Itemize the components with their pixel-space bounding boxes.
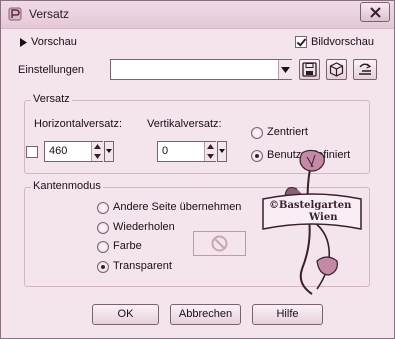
chevron-down-icon [106, 149, 112, 153]
image-preview-label[interactable]: Bildvorschau [311, 36, 374, 48]
link-offsets-checkbox[interactable] [26, 146, 38, 158]
horizontal-offset-label: Horizontalversatz: [34, 118, 123, 130]
close-button[interactable] [360, 2, 390, 22]
cube-icon [329, 62, 344, 77]
spin-down-icon [207, 154, 214, 159]
radio-edge-other-side[interactable] [97, 202, 109, 214]
radio-edge-transparent[interactable] [97, 261, 109, 273]
image-preview-checkbox[interactable] [295, 36, 307, 48]
horizontal-offset-slider-arrow[interactable] [104, 141, 114, 162]
radio-edge-other-side-label[interactable]: Andere Seite übernehmen [113, 201, 241, 213]
floppy-disk-icon [302, 62, 317, 77]
vertical-offset-slider-arrow[interactable] [217, 141, 227, 162]
color-swatch[interactable] [193, 231, 246, 256]
title-bar[interactable]: Versatz [1, 1, 394, 29]
chevron-down-icon [281, 67, 290, 73]
triangle-right-icon [20, 38, 27, 47]
edge-mode-title: Kantenmodus [31, 180, 103, 192]
save-preset-button[interactable] [299, 59, 320, 80]
radio-edge-color[interactable] [97, 241, 109, 253]
reset-button[interactable] [353, 59, 377, 80]
spin-up-icon [94, 144, 101, 149]
reset-icon [359, 63, 372, 75]
no-color-icon [211, 235, 228, 252]
help-button[interactable]: Hilfe [252, 304, 323, 325]
radio-edge-repeat[interactable] [97, 222, 109, 234]
spin-up-icon [207, 144, 214, 149]
offset-group-title: Versatz [31, 93, 72, 105]
radio-centered[interactable] [251, 127, 263, 139]
chevron-down-icon [219, 149, 225, 153]
cancel-button[interactable]: Abbrechen [170, 304, 241, 325]
preset-library-button[interactable] [326, 59, 347, 80]
close-icon [370, 7, 381, 18]
watermark-text-line1: ©Bastelgarten [269, 200, 352, 211]
spin-down-icon [94, 154, 101, 159]
app-icon [8, 7, 22, 21]
watermark-text-line2: Wien [309, 212, 338, 223]
settings-dropdown-arrow[interactable] [278, 60, 292, 79]
ok-button[interactable]: OK [92, 304, 159, 325]
horizontal-offset-spinner[interactable] [91, 142, 103, 161]
watermark-flowers [262, 149, 362, 295]
vertical-offset-label: Vertikalversatz: [147, 118, 222, 130]
vertical-offset-spinner[interactable] [204, 142, 216, 161]
radio-edge-transparent-label[interactable]: Transparent [113, 260, 172, 272]
radio-edge-color-label[interactable]: Farbe [113, 240, 142, 252]
window-title: Versatz [29, 7, 70, 21]
settings-dropdown[interactable] [110, 59, 292, 80]
offset-dialog: Versatz Vorschau Bildvorschau Einstellun… [0, 0, 395, 339]
radio-centered-label[interactable]: Zentriert [267, 126, 308, 138]
preview-toggle-label: Vorschau [31, 36, 77, 48]
radio-edge-repeat-label[interactable]: Wiederholen [113, 221, 175, 233]
settings-label: Einstellungen [18, 64, 85, 76]
